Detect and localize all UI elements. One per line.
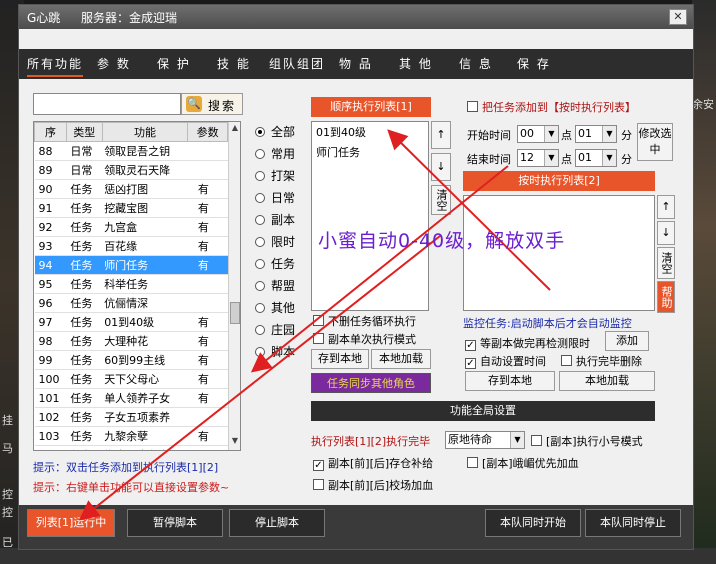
- arrow-to-run-button: [78, 235, 441, 521]
- annotation-text: 小蜜自动0-40级，解放双手: [318, 230, 566, 252]
- annotation-arrows: [78, 129, 551, 521]
- arrow-to-exec-list: [387, 129, 551, 291]
- arrow-to-table: [250, 165, 509, 373]
